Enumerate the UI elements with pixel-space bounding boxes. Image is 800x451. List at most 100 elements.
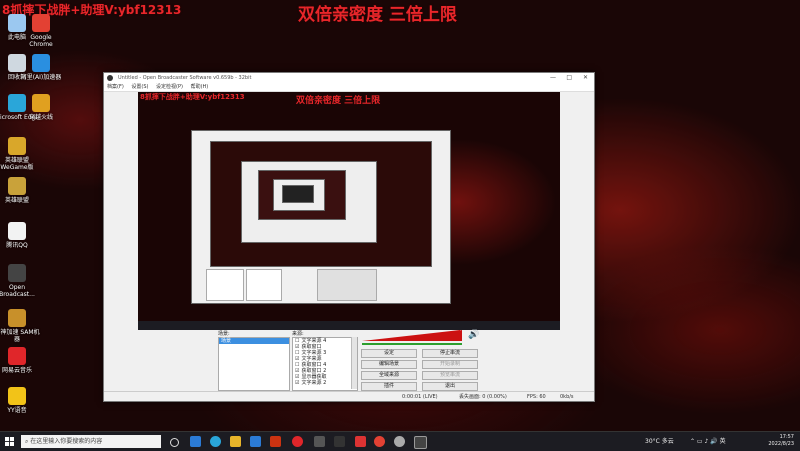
tray-icons[interactable]: ⌃ ▭ ♪ 🔊 英 [690,436,726,445]
nested-buttons-panel [317,269,377,301]
mic-level-bar [362,343,406,345]
stream-time: 0:00:01 (LIVE) [402,394,438,400]
crossfire-icon [32,94,50,112]
clock-time: 17:57 [779,434,794,440]
start-recording-button[interactable]: 开始录制 [422,360,478,369]
taskbar-explorer-icon[interactable] [230,436,241,447]
maximize-icon[interactable]: □ [566,73,572,83]
status-bar: 0:00:01 (LIVE) 丢失画面: 0 (0.00%) FPS: 60 0… [104,391,594,402]
desktop-icon[interactable]: YY语音 [0,387,40,414]
taskbar-app-icon[interactable] [270,436,281,447]
desktop-icon[interactable]: 网易云音乐 [0,347,40,374]
task-view-icon[interactable] [170,438,179,447]
desktop-icon[interactable]: 英雄联盟 [0,177,40,204]
taskbar-netease-music-icon[interactable] [292,436,303,447]
preview-stream-button[interactable]: 预览串流 [422,371,478,380]
scene-item[interactable]: 场景 [219,338,289,344]
checkbox-checked-icon[interactable]: ☑ [295,380,299,386]
scenes-header: 场景: [218,331,230,337]
sam-icon [8,309,26,327]
nested-preview-2 [258,170,346,220]
taskbar-search[interactable]: ⌕ 在这里输入你要搜索的内容 [21,435,161,448]
nested-scenes-panel [206,269,244,301]
desktop-icon-label: 网易云音乐 [1,367,32,374]
taskbar-app-icon[interactable] [334,436,345,447]
taskbar-chrome-icon[interactable] [374,436,385,447]
taskbar-app-icon[interactable] [394,436,405,447]
clock-date: 2022/8/23 [768,441,794,447]
stop-stream-button[interactable]: 停止串流 [422,349,478,358]
edit-scene-button[interactable]: 编辑场景 [361,360,417,369]
desktop-icon[interactable]: Open Broadcast... [0,264,40,298]
bitrate-readout: 0kb/s [560,394,574,400]
nested-preview-1 [210,141,432,267]
accelerator-icon [32,54,50,72]
source-item-label: 文字来源 2 [301,380,327,386]
global-sources-button[interactable]: 全域来源 [361,371,417,380]
obs-title-bar[interactable]: Untitled - Open Broadcaster Software v0.… [104,73,594,83]
sources-list[interactable]: ☐ 文字来源 4 ☑ 获取窗口 ☐ 文字来源 3 ☑ 文字来源 ☐ 获取窗口 4 ☑ 获取窗口 2 ☑ 显… [292,337,358,391]
desktop-icon[interactable]: 雷神加速 SAM机器 [0,309,40,343]
windows-start-icon[interactable] [5,437,14,446]
search-icon: ⌕ [25,438,29,445]
desktop-icon[interactable]: 穿越火线 [18,94,64,121]
obs-window[interactable]: Untitled - Open Broadcaster Software v0.… [103,72,595,402]
nested-sources-panel [246,269,282,301]
desktop-level-bar [404,343,462,345]
qq-icon [8,222,26,240]
speaker-icon[interactable]: 🔊 [468,330,479,340]
search-placeholder: 在这里输入你要搜索的内容 [30,438,103,445]
minimize-icon[interactable]: — [550,73,556,83]
desktop-icon-label: Open Broadcast... [0,284,35,298]
nested-obs-window-2 [241,161,377,243]
fps-readout: FPS: 60 [527,394,546,400]
desktop-icon-label: 穿越火线 [28,114,53,121]
menu-settings[interactable]: 设置(S) [131,84,148,90]
close-icon[interactable]: ✕ [583,73,588,83]
overlay-text-banner: 双倍亲密度 三倍上限 [298,5,457,25]
settings-button[interactable]: 设定 [361,349,417,358]
plugins-button[interactable]: 插件 [361,382,417,391]
taskbar-app-icon[interactable] [355,436,366,447]
desktop-icon[interactable]: 阿里(AI)加速器 [18,54,64,81]
lol-icon [8,177,26,195]
source-item[interactable]: ☑ 文字来源 2 [293,380,357,386]
exit-button[interactable]: 退出 [422,382,478,391]
taskbar: ⌕ 在这里输入你要搜索的内容 30°C 多云 ⌃ ▭ ♪ 🔊 英 17:57 2… [0,431,800,451]
desktop-icon-label: YY语音 [7,407,27,414]
desktop-icon-label: 英雄联盟 [4,197,29,204]
menu-profiles[interactable]: 设定检视(P) [156,84,183,90]
desktop-icon-label: 英雄联盟 WeGame版 [0,157,34,171]
nested-obs-window-1 [191,130,451,304]
menu-help[interactable]: 帮助(H) [191,84,209,90]
taskbar-store-icon[interactable] [250,436,261,447]
dropped-frames: 丢失画面: 0 (0.00%) [459,394,507,400]
desktop-volume-meter[interactable] [404,330,468,342]
desktop-icon[interactable]: 腾讯QQ [0,222,40,249]
chrome-icon [32,14,50,32]
taskbar-edge-icon[interactable] [210,436,221,447]
scenes-list[interactable]: 场景 [218,337,290,391]
taskbar-app-icon[interactable] [190,436,201,447]
netease-music-icon [8,347,26,365]
nested-preview-3 [282,185,314,203]
clock[interactable]: 17:57 2022/8/23 [768,434,794,448]
preview-taskbar [138,321,560,330]
weather-widget[interactable]: 30°C 多云 [645,436,674,445]
preview-overlay-banner: 双倍亲密度 三倍上限 [296,96,381,106]
yy-icon [8,387,26,405]
obs-menu-bar: 档案(F) 设置(S) 设定检视(P) 帮助(H) [104,83,594,92]
preview-overlay-contact: 8抓摔下战胖+助理V:ybf12313 [140,93,245,101]
desktop-icon[interactable]: 英雄联盟 WeGame版 [0,137,40,171]
sources-header: 来源: [292,331,304,337]
obs-window-title: Untitled - Open Broadcaster Software v0.… [118,75,252,81]
taskbar-obs-icon[interactable] [414,436,427,449]
desktop-icon-label: Google Chrome [29,34,53,48]
sources-scrollbar[interactable] [351,337,357,389]
menu-file[interactable]: 档案(F) [107,84,124,90]
obs-preview[interactable]: 8抓摔下战胖+助理V:ybf12313 双倍亲密度 三倍上限 [138,92,560,330]
desktop-icon[interactable]: Google Chrome [18,14,64,48]
taskbar-app-icon[interactable] [314,436,325,447]
nested-obs-window-3 [273,179,325,211]
lol-wegame-icon [8,137,26,155]
